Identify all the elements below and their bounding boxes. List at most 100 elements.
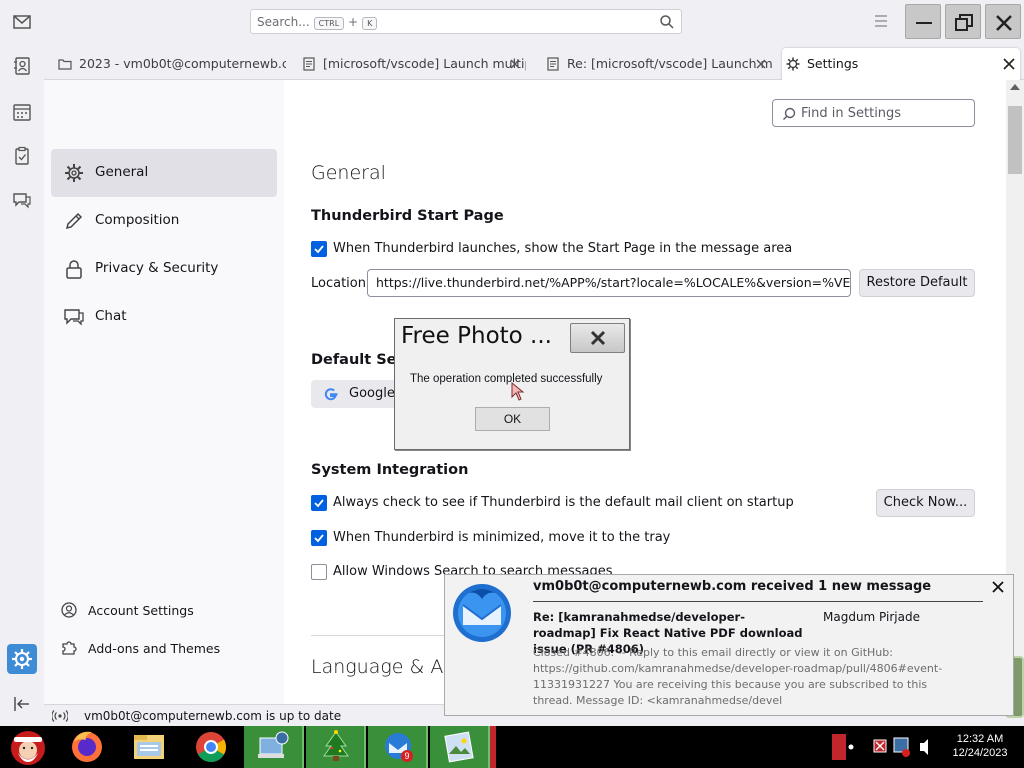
search-icon [660,15,674,29]
system-tray[interactable] [866,726,936,768]
santa-start-icon [11,731,45,765]
find-in-settings-input[interactable]: Find in Settings [772,99,975,127]
category-pane: General Composition Privacy & Security C… [44,80,284,704]
collapse-sidebar-icon[interactable] [12,694,32,714]
mouse-cursor-icon [511,382,525,401]
address-book-icon[interactable] [12,56,32,76]
category-composition[interactable]: Composition [51,197,277,245]
dialog-message: The operation completed successfully [410,373,603,385]
thunderbird-logo-icon [453,584,511,642]
taskbar-firefox[interactable] [64,726,110,768]
christmas-tree-icon [323,730,349,761]
clock[interactable]: 12:32 AM 12/24/2023 [940,732,1020,760]
global-search-input[interactable]: Search... CTRL + K [250,9,682,34]
start-page-checkbox[interactable] [311,241,327,257]
start-page-checkbox-label: When Thunderbird launches, show the Star… [333,241,793,256]
firefox-icon [72,731,102,762]
minimize-to-tray-checkbox[interactable] [311,530,327,546]
tab-settings[interactable]: Settings [782,48,1020,80]
chat-icon [64,309,84,326]
taskbar-tray-marker [832,734,846,760]
online-status-icon[interactable] [52,709,68,723]
footer-link-label: Add-ons and Themes [88,641,221,656]
tab-label: Settings [807,56,859,71]
photo-app-icon [444,731,474,763]
tab-label: Re: [microsoft/vscode] Launch m [567,56,772,71]
title-bar: Search... CTRL + K [0,0,1024,44]
system-integration-heading: System Integration [311,462,469,478]
taskbar-christmas-app[interactable] [306,726,366,768]
notification-divider [533,601,983,602]
category-general[interactable]: General [51,149,277,197]
taskbar-divider [490,726,496,768]
app-menu-icon[interactable] [872,13,890,29]
kbd-k: K [362,17,378,30]
settings-space-button[interactable] [7,644,37,674]
spaces-toolbar [0,44,44,724]
tab-message-1[interactable]: [microsoft/vscode] Launch multip [298,52,526,80]
lock-icon [66,260,82,279]
kbd-ctrl: CTRL [313,17,345,30]
scrollbar-thumb[interactable] [1008,106,1022,174]
calendar-icon[interactable] [12,102,32,122]
dot-icon [848,744,854,750]
location-label: Location: [311,276,371,291]
close-tab-icon[interactable] [754,57,768,71]
clock-time: 12:32 AM [956,733,1004,745]
search-placeholder: Search... CTRL + K [257,15,378,30]
check-now-button[interactable]: Check Now... [876,489,975,517]
page-title: General [311,162,386,184]
windows-search-checkbox[interactable] [311,564,327,580]
chat-space-icon[interactable] [12,190,32,210]
category-privacy-security[interactable]: Privacy & Security [51,245,277,293]
scroll-up-icon[interactable] [1010,84,1020,90]
taskbar-network-app[interactable] [244,726,304,768]
close-window-button[interactable] [985,4,1021,39]
checkmark-icon [314,499,324,508]
restore-button[interactable] [945,4,981,39]
tab-label: 2023 - vm0b0t@computernewb.com [79,56,286,71]
dialog-close-button[interactable] [570,323,625,353]
mail-icon[interactable] [12,12,32,32]
category-label: Chat [95,308,127,324]
dialog-title: Free Photo ... [401,323,552,349]
tasks-icon[interactable] [12,146,32,166]
close-icon[interactable] [991,580,1005,594]
taskbar-thunderbird[interactable]: 9 [368,726,428,768]
location-input[interactable]: https://live.thunderbird.net/%APP%/start… [367,269,851,297]
taskbar-chrome[interactable] [188,726,234,768]
taskbar-free-photo[interactable] [430,726,490,768]
always-check-default-label: Always check to see if Thunderbird is th… [333,495,794,510]
close-icon [590,330,606,346]
taskbar: 9 12:32 AM 12/24/2023 [0,726,1024,768]
close-tab-icon[interactable] [1002,57,1016,71]
gear-icon [12,649,32,669]
new-mail-notification[interactable]: vm0b0t@computernewb.com received 1 new m… [444,574,1014,716]
dialog-ok-button[interactable]: OK [475,407,550,431]
tray-icons [873,737,928,757]
minimize-icon [916,22,932,24]
gear-icon [786,57,800,71]
account-icon [61,602,77,618]
checkmark-icon [314,534,324,543]
category-chat[interactable]: Chat [51,293,277,341]
start-button[interactable] [0,726,56,768]
unread-badge: 9 [404,751,409,761]
tab-folder[interactable]: 2023 - vm0b0t@computernewb.com [54,52,286,80]
checkmark-icon [314,245,324,254]
folder-icon [134,735,164,759]
tab-label: [microsoft/vscode] Launch multip [323,56,526,71]
footer-link-label: Account Settings [88,603,194,618]
restore-default-button[interactable]: Restore Default [859,269,975,297]
chrome-icon [196,732,227,763]
minimize-button[interactable] [905,4,941,39]
taskbar-file-explorer[interactable] [126,726,172,768]
dialog-body: The operation completed successfully OK [396,359,628,449]
search-engine-label: Google [349,386,395,401]
notification-sender: Magdum Pirjade [823,610,920,624]
always-check-default-checkbox[interactable] [311,495,327,511]
category-label: Composition [95,212,180,228]
tab-message-2[interactable]: Re: [microsoft/vscode] Launch m [542,52,772,80]
close-tab-icon[interactable] [508,57,522,71]
minimize-to-tray-label: When Thunderbird is minimized, move it t… [333,530,671,545]
